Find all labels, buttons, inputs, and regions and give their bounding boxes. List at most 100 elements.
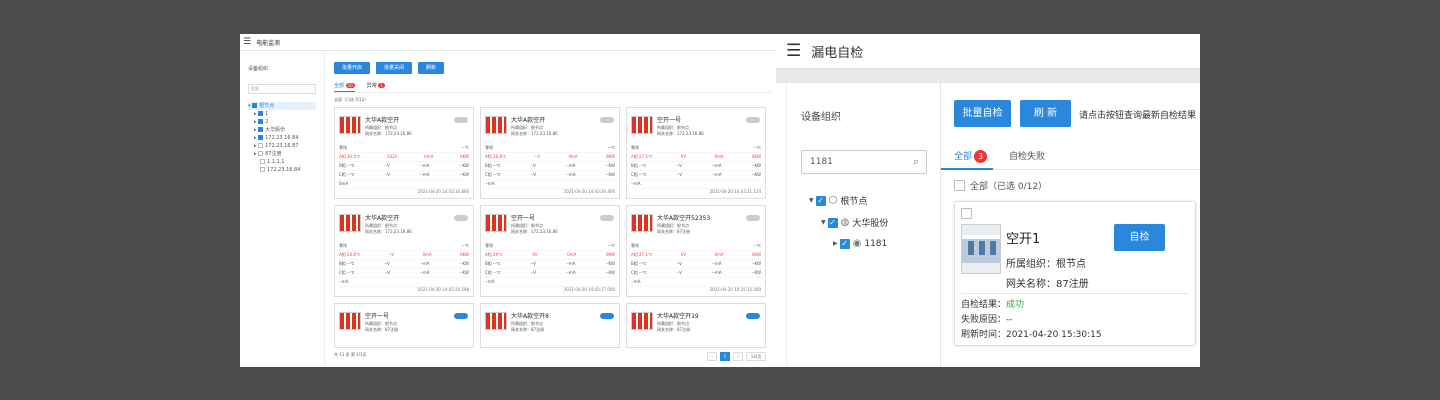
left-tree-node[interactable]: ▸ 172.23.16.87	[248, 142, 316, 150]
page-size-select[interactable]: 12/页	[746, 352, 766, 361]
metrics-row: B相 --℃ --V --mA --KW	[631, 260, 761, 269]
active-tab-indicator	[941, 168, 993, 170]
breaker-device-icon	[485, 214, 507, 232]
power-toggle[interactable]	[746, 117, 760, 123]
select-all-checkbox[interactable]: 全部（已选 0/12）	[954, 179, 1047, 192]
count-badge: 1	[378, 83, 385, 88]
checkbox-checked[interactable]: ✓	[839, 238, 850, 249]
tab-all[interactable]: 全部 10	[334, 82, 355, 92]
power-toggle[interactable]	[746, 313, 760, 319]
left-tree-node[interactable]: ▸ 1	[248, 110, 316, 118]
card-checkbox[interactable]	[961, 208, 972, 219]
metrics-row: --mA	[631, 278, 761, 287]
breaker-device-icon	[961, 224, 1001, 274]
batch-open-button[interactable]: 批量开启	[334, 62, 371, 74]
device-card: 大华A款空开19 所属组织：根节点 网关名称：87注册	[626, 303, 766, 348]
refresh-button[interactable]: 刷 新	[1020, 100, 1071, 127]
tab-abnormal[interactable]: 异常 1	[367, 82, 385, 92]
breaker-device-icon	[339, 116, 361, 134]
tree-node-gateway[interactable]: ▶ ✓ ◉ 1181	[833, 238, 887, 249]
left-tree-title: 设备组织	[248, 66, 269, 72]
left-footer: 共 11 条 第 1/1页 ‹ 1 › 12/页	[334, 352, 772, 362]
batch-selfcheck-button[interactable]: 批量自检	[954, 100, 1011, 127]
left-tree-node[interactable]: ▸ 172.23.16.84	[248, 134, 316, 142]
left-tree-node[interactable]: ▸ 2	[248, 118, 316, 126]
left-tree-node[interactable]: 1.1.1.1	[248, 158, 316, 166]
device-gateway: 网关名称：87注册	[1006, 279, 1089, 290]
device-name: 大华A款空开	[365, 215, 400, 222]
refresh-button[interactable]: 刷新	[418, 62, 445, 74]
batch-close-button[interactable]: 批量关闭	[376, 62, 413, 74]
prev-page-button[interactable]: ‹	[707, 352, 717, 361]
power-toggle[interactable]	[454, 313, 468, 319]
gateway-icon: ◉	[852, 238, 862, 249]
chevron-down-icon[interactable]: ▼	[809, 197, 814, 204]
timestamp: 2021-04-20 14:43:20.598	[417, 287, 469, 292]
power-toggle[interactable]	[454, 117, 468, 123]
left-tree-panel: 设备组织 搜索 ▾ 根节点 ▸ 1 ▸ 2 ▸ 大华股份 ▸ 172.23.16…	[240, 51, 325, 367]
left-tree-node[interactable]: ▾ 根节点	[248, 102, 316, 110]
tab-selfcheck-failed[interactable]: 自检失败	[1009, 149, 1045, 162]
metrics-table: 零线 --℃ A相 30.0℃ 232V 0mA 0KW B相 --℃ --V --mA --KW…	[339, 144, 469, 189]
metrics-row: A相 30.0℃ 232V 0mA 0KW	[339, 153, 469, 162]
select-all-checkbox[interactable]: 全部（已选 0/12）	[334, 97, 772, 103]
metrics-table: 零线 --℃ A相 28.8℃ --V 0mA 0KW B相 --℃ --V --mA --KW C…	[485, 144, 615, 189]
count-badge: 10	[345, 83, 355, 88]
right-tree-title: 设备组织	[801, 112, 841, 123]
left-screenshot: ☰ 电能监测 设备组织 搜索 ▾ 根节点 ▸ 1 ▸ 2 ▸ 大华股份 ▸ 17…	[240, 34, 776, 367]
device-name: 空开一号	[511, 215, 536, 222]
device-name: 大华A款空开19	[657, 313, 699, 320]
tree-node-company[interactable]: ▼ ✓ ◍ 大华股份	[821, 216, 888, 229]
device-card: 空开一号 所属组织：根节点 网关名称：172.23.16.86 零线 --℃ A相 29℃…	[480, 205, 620, 297]
next-page-button[interactable]: ›	[733, 352, 743, 361]
page-button[interactable]: 1	[720, 352, 730, 361]
power-toggle[interactable]	[600, 117, 614, 123]
tree-node-root[interactable]: ▼ ✓ ⬡ 根节点	[809, 194, 867, 207]
metrics-row: C相 --℃ --V --mA --KW	[339, 171, 469, 180]
breaker-device-icon	[631, 312, 653, 330]
left-tree-node[interactable]: ▸ 大华股份	[248, 126, 316, 134]
power-toggle[interactable]	[600, 215, 614, 221]
metrics-table: 零线 --℃ A相 29℃ 0V 0mA 0KW B相 --℃ --V --mA --KW C相 -…	[485, 242, 615, 287]
device-card-grid: 大华A款空开 所属组织：根节点 网关名称：172.23.16.86 零线 --℃ A相 3…	[334, 107, 772, 348]
left-tree-node[interactable]: ▸ 87注册	[248, 150, 316, 158]
count-badge: 3	[974, 150, 988, 163]
menu-icon[interactable]: ☰	[243, 37, 251, 47]
metrics-row: 零线 --℃	[631, 144, 761, 153]
power-toggle[interactable]	[746, 215, 760, 221]
power-toggle[interactable]	[454, 215, 468, 221]
pagination: ‹ 1 › 12/页	[707, 352, 766, 361]
left-tree-node[interactable]: 172.23.16.84	[248, 166, 316, 174]
device-info: 所属组织：根节点 网关名称：172.23.16.86	[365, 125, 412, 136]
metrics-row: B相 --℃ --V --mA --KW	[485, 162, 615, 171]
menu-icon[interactable]: ☰	[786, 41, 801, 61]
metrics-row: C相 --℃ --V --mA --KW	[631, 171, 761, 180]
breaker-device-icon	[485, 116, 507, 134]
checkbox[interactable]	[954, 180, 965, 191]
chevron-down-icon[interactable]: ▼	[821, 219, 826, 226]
metrics-row: B相 --℃ --V --mA --KW	[339, 162, 469, 171]
checkbox-checked[interactable]: ✓	[815, 195, 826, 206]
metrics-row: A相 28.8℃ --V 0mA 0KW	[485, 153, 615, 162]
selfcheck-button[interactable]: 自检	[1114, 224, 1165, 251]
left-tree-search-input[interactable]: 搜索	[248, 84, 316, 94]
right-header: ☰ 漏电自检	[776, 34, 1200, 69]
left-topbar: ☰ 电能监测	[240, 34, 776, 51]
chevron-right-icon[interactable]: ▶	[833, 240, 838, 247]
device-card: 空开一号 所属组织：根节点 网关名称：172.23.16.86 零线 --℃ A相 27.…	[626, 107, 766, 199]
metrics-row: C相 --℃ --V --mA --KW	[339, 269, 469, 278]
left-main: 批量开启 批量关闭 刷新 全部 10 异常 1 全部（已选 0/12） 大华A款…	[334, 62, 772, 367]
metrics-row: B相 --℃ --V --mA --KW	[485, 260, 615, 269]
checkbox-checked[interactable]: ✓	[827, 217, 838, 228]
metrics-row: 零线 --℃	[631, 242, 761, 251]
cube-icon: ⬡	[828, 195, 838, 206]
tab-all[interactable]: 全部 3	[954, 149, 988, 163]
globe-icon: ◍	[840, 217, 850, 228]
power-toggle[interactable]	[600, 313, 614, 319]
device-card: 大华A款空开 所属组织：根节点 网关名称：172.23.16.86 零线 --℃ A相 2…	[480, 107, 620, 199]
right-tree-search-input[interactable]: 1181 ⌕	[801, 150, 927, 174]
device-info: 所属组织：根节点 网关名称：172.23.16.86	[365, 223, 412, 234]
timestamp: 2021-04-20 14:43:16.866	[417, 189, 469, 194]
search-icon[interactable]: ⌕	[913, 151, 919, 173]
metrics-row: B相 --℃ --V --mA --KW	[339, 260, 469, 269]
